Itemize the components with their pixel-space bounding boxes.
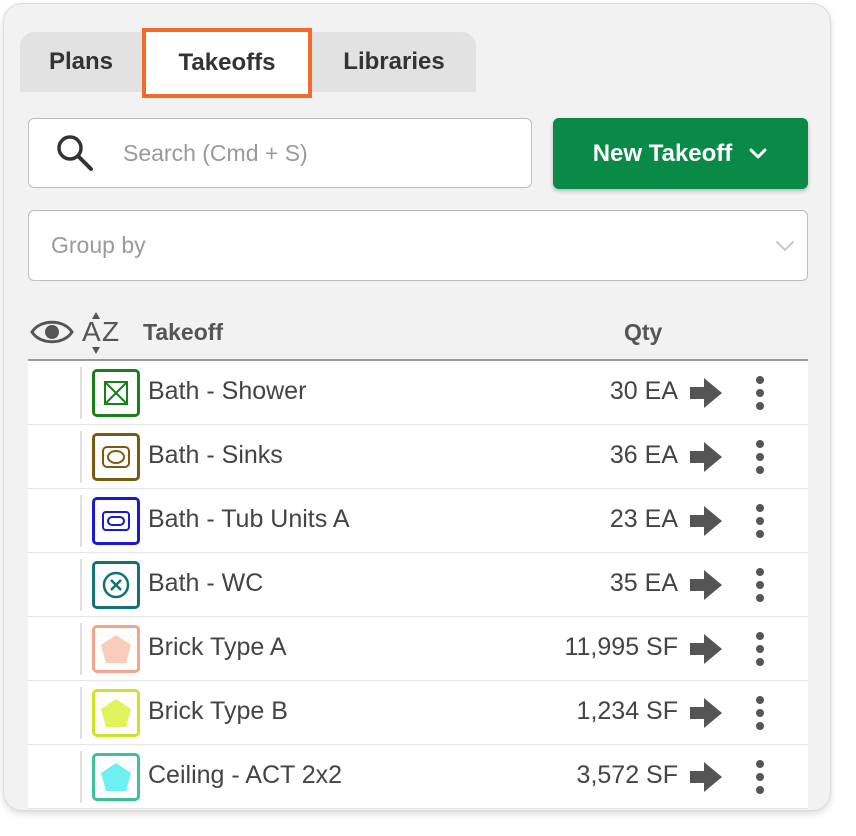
takeoff-row[interactable]: Brick Type B 1,234 SF [28, 681, 808, 745]
more-vertical-icon[interactable] [754, 503, 766, 539]
takeoff-name: Bath - WC [148, 569, 264, 597]
tub-icon [102, 511, 130, 531]
more-vertical-icon[interactable] [754, 375, 766, 411]
takeoff-row[interactable]: Ceiling - ACT 2x2 3,572 SF [28, 745, 808, 809]
row-indent-line [80, 687, 82, 739]
chevron-down-icon [776, 240, 794, 251]
pentagon-icon [101, 699, 131, 727]
eye-icon[interactable] [30, 315, 74, 349]
group-by-placeholder: Group by [51, 232, 146, 258]
takeoff-name: Ceiling - ACT 2x2 [148, 761, 343, 789]
more-vertical-icon[interactable] [754, 567, 766, 603]
more-vertical-icon[interactable] [754, 631, 766, 667]
takeoff-swatch[interactable] [92, 369, 140, 417]
takeoff-qty: 1,234 SF [576, 697, 678, 725]
arrow-right-icon[interactable] [690, 698, 722, 728]
row-indent-line [80, 367, 82, 419]
takeoff-swatch[interactable] [92, 689, 140, 737]
takeoff-name: Bath - Shower [148, 377, 307, 405]
new-takeoff-label: New Takeoff [592, 139, 733, 167]
search-box[interactable] [28, 118, 532, 188]
row-indent-line [80, 495, 82, 547]
takeoffs-panel: Plans Takeoffs Libraries New Takeoff Gro… [4, 4, 830, 810]
sink-icon [102, 446, 130, 468]
chevron-down-icon [749, 148, 767, 158]
arrow-right-icon[interactable] [690, 442, 722, 472]
takeoff-name: Bath - Tub Units A [148, 505, 350, 533]
sort-az-icon[interactable]: A Z [82, 311, 126, 355]
takeoff-row[interactable]: Bath - WC 35 EA [28, 553, 808, 617]
arrow-right-icon[interactable] [690, 762, 722, 792]
row-indent-line [80, 751, 82, 803]
row-indent-line [80, 623, 82, 675]
group-by-select[interactable]: Group by [28, 210, 808, 281]
column-takeoff[interactable]: Takeoff [143, 319, 223, 346]
takeoff-list-header: A Z Takeoff Qty [28, 309, 808, 361]
takeoff-swatch[interactable] [92, 497, 140, 545]
takeoff-qty: 11,995 SF [564, 633, 678, 661]
search-input[interactable] [121, 138, 505, 168]
takeoff-swatch[interactable] [92, 625, 140, 673]
tab-bar: Plans Takeoffs Libraries [20, 28, 476, 98]
takeoff-row[interactable]: Bath - Sinks 36 EA [28, 425, 808, 489]
more-vertical-icon[interactable] [754, 439, 766, 475]
more-vertical-icon[interactable] [754, 759, 766, 795]
takeoff-qty: 36 EA [609, 441, 678, 469]
takeoff-swatch[interactable] [92, 753, 140, 801]
takeoff-qty: 23 EA [609, 505, 678, 533]
pentagon-icon [101, 763, 131, 791]
arrow-right-icon[interactable] [690, 634, 722, 664]
pentagon-icon [101, 635, 131, 663]
more-vertical-icon[interactable] [754, 695, 766, 731]
arrow-right-icon[interactable] [690, 506, 722, 536]
takeoff-row[interactable]: Bath - Tub Units A 23 EA [28, 489, 808, 553]
takeoff-row[interactable]: Bath - Shower 30 EA [28, 361, 808, 425]
tab-libraries[interactable]: Libraries [312, 32, 476, 92]
column-qty[interactable]: Qty [624, 319, 662, 346]
arrow-right-icon[interactable] [690, 570, 722, 600]
tab-plans[interactable]: Plans [20, 32, 142, 92]
takeoff-qty: 30 EA [609, 377, 678, 405]
takeoff-qty: 35 EA [609, 569, 678, 597]
search-icon [57, 135, 93, 171]
square-cross-icon [104, 381, 128, 405]
takeoff-name: Brick Type B [148, 697, 288, 725]
circle-x-icon [102, 571, 130, 599]
row-indent-line [80, 559, 82, 611]
svg-text:A: A [82, 316, 101, 347]
arrow-right-icon[interactable] [690, 378, 722, 408]
takeoff-name: Bath - Sinks [148, 441, 283, 469]
takeoff-name: Brick Type A [148, 633, 287, 661]
row-indent-line [80, 431, 82, 483]
takeoff-swatch[interactable] [92, 561, 140, 609]
new-takeoff-button[interactable]: New Takeoff [553, 118, 808, 189]
takeoff-list: Bath - Shower 30 EA Bath - Sinks 36 EA B… [28, 361, 808, 809]
svg-text:Z: Z [102, 316, 119, 347]
takeoff-qty: 3,572 SF [576, 761, 678, 789]
tab-takeoffs[interactable]: Takeoffs [142, 28, 312, 98]
takeoff-swatch[interactable] [92, 433, 140, 481]
takeoff-row[interactable]: Brick Type A 11,995 SF [28, 617, 808, 681]
